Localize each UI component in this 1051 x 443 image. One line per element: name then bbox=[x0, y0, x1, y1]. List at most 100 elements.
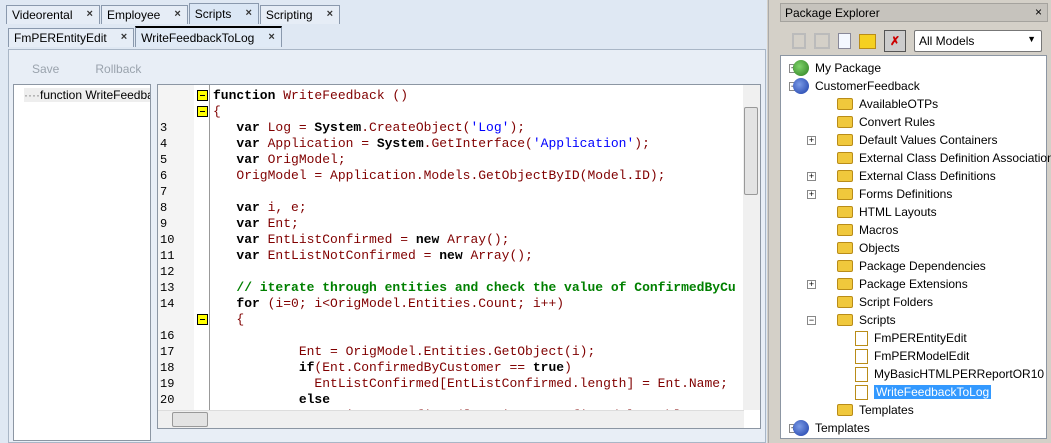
close-icon[interactable]: × bbox=[121, 31, 127, 47]
code-token: new bbox=[415, 232, 448, 247]
expand-icon[interactable]: + bbox=[807, 172, 816, 181]
code-line: var Ent; bbox=[213, 216, 298, 232]
tree-item[interactable]: Templates bbox=[837, 401, 914, 419]
code-token: 'Application' bbox=[532, 136, 635, 151]
tree-item-label: HTML Layouts bbox=[859, 205, 937, 219]
tree-item[interactable]: CustomerFeedback bbox=[793, 77, 920, 95]
code-line: for (i=0; i<OrigModel.Entities.Count; i+… bbox=[213, 296, 564, 312]
line-number: 10 bbox=[160, 233, 175, 247]
tab-scripts[interactable]: Scripts × bbox=[188, 3, 259, 24]
import-folder-icon[interactable] bbox=[859, 33, 876, 49]
tree-item[interactable]: Script Folders bbox=[837, 293, 933, 311]
code-token: { bbox=[213, 312, 245, 327]
toolbar: Save Rollback bbox=[32, 62, 141, 76]
code-token: // iterate through entities and check th… bbox=[213, 280, 736, 295]
code-token: 'Log' bbox=[470, 120, 510, 135]
tree-item[interactable]: FmPEREntityEdit bbox=[855, 329, 967, 347]
tree-item[interactable]: Scripts bbox=[837, 311, 896, 329]
package-tree: + My Package − CustomerFeedback AvailableOTP… bbox=[780, 55, 1051, 439]
line-number: 9 bbox=[160, 217, 168, 231]
tree-item[interactable]: Macros bbox=[837, 221, 898, 239]
code-line: Ent = OrigModel.Entities.GetObject(i); bbox=[213, 344, 595, 360]
tab-label: Scripts bbox=[194, 7, 232, 21]
code-token: if bbox=[213, 360, 315, 375]
code-line: EntListConfirmed[EntListConfirmed.length… bbox=[213, 376, 727, 392]
tree-item-label: Default Values Containers bbox=[859, 133, 998, 147]
panel-title-bar: Package Explorer × bbox=[780, 3, 1048, 22]
tree-item-label: Forms Definitions bbox=[859, 187, 953, 201]
code-token: OrigModel = Application.Models.GetObject… bbox=[213, 168, 666, 183]
close-icon[interactable]: × bbox=[174, 8, 180, 24]
tree-item[interactable]: HTML Layouts bbox=[837, 203, 937, 221]
scroll-thumb[interactable] bbox=[172, 412, 208, 427]
script-tab[interactable]: WriteFeedbackToLog × bbox=[135, 26, 282, 47]
tree-item-label: Macros bbox=[859, 223, 899, 237]
script-tab[interactable]: FmPEREntityEdit × bbox=[8, 28, 135, 47]
line-number: 11 bbox=[160, 249, 175, 263]
tree-item[interactable]: My Package bbox=[793, 59, 881, 77]
save-icon[interactable] bbox=[792, 33, 806, 49]
fold-toggle-icon[interactable] bbox=[197, 90, 208, 101]
line-number: 13 bbox=[160, 281, 175, 295]
tree-item[interactable]: Forms Definitions bbox=[837, 185, 952, 203]
close-icon[interactable]: × bbox=[87, 8, 93, 24]
save-button[interactable]: Save bbox=[32, 62, 59, 76]
new-document-icon[interactable] bbox=[838, 33, 851, 49]
tree-item-label: Templates bbox=[815, 421, 870, 435]
tree-item[interactable]: FmPERModelEdit bbox=[855, 347, 969, 365]
fold-toggle-icon[interactable] bbox=[197, 314, 208, 325]
rollback-button[interactable]: Rollback bbox=[95, 62, 141, 76]
tree-item[interactable]: Package Dependencies bbox=[837, 257, 986, 275]
outline-item-label: function WriteFeedback bbox=[39, 88, 150, 102]
folder-icon bbox=[837, 152, 853, 164]
folder-icon bbox=[837, 134, 853, 146]
expand-icon[interactable]: + bbox=[807, 190, 816, 199]
editor-area: Videorental × Employee × Scripts × Scripting × … bbox=[0, 0, 767, 443]
close-icon[interactable]: × bbox=[1035, 5, 1042, 19]
code-line: if(Ent.ConfirmedByCustomer == true) bbox=[213, 360, 572, 376]
tree-item[interactable]: WriteFeedbackToLog bbox=[855, 383, 992, 401]
code-editor[interactable]: 34567891011121314161718192021 function W… bbox=[157, 84, 761, 429]
tree-item[interactable]: Package Extensions bbox=[837, 275, 968, 293]
line-number: 6 bbox=[160, 169, 168, 183]
code-token: { bbox=[213, 104, 221, 119]
scroll-thumb[interactable] bbox=[744, 107, 758, 195]
tree-item[interactable]: Default Values Containers bbox=[837, 131, 998, 149]
expand-icon[interactable]: + bbox=[807, 136, 816, 145]
tree-item[interactable]: External Class Definition Associations bbox=[837, 149, 1051, 167]
close-icon[interactable]: × bbox=[245, 7, 251, 24]
tab-videorental[interactable]: Videorental × bbox=[6, 5, 100, 24]
close-icon[interactable]: × bbox=[268, 31, 274, 47]
horizontal-scrollbar[interactable] bbox=[158, 410, 744, 428]
outline-item[interactable]: ····function WriteFeedback bbox=[24, 88, 150, 102]
code-token: System bbox=[314, 120, 362, 135]
splitter[interactable] bbox=[768, 0, 778, 443]
code-token: new bbox=[439, 248, 471, 263]
tree-item-label: My Package bbox=[815, 61, 882, 75]
tree-item[interactable]: Objects bbox=[837, 239, 900, 257]
tree-item[interactable]: External Class Definitions bbox=[837, 167, 996, 185]
code-line: var i, e; bbox=[213, 200, 307, 216]
fold-toggle-icon[interactable] bbox=[197, 106, 208, 117]
folder-icon bbox=[837, 170, 853, 182]
save-all-icon[interactable] bbox=[814, 33, 830, 49]
tree-item[interactable]: MyBasicHTMLPERReportOR10 bbox=[855, 365, 1044, 383]
tab-employee[interactable]: Employee × bbox=[100, 5, 188, 24]
filter-off-icon[interactable]: ✗ bbox=[884, 30, 906, 52]
close-icon[interactable]: × bbox=[327, 8, 333, 24]
code-text[interactable]: function WriteFeedback (){ var Log = Sys… bbox=[213, 88, 743, 410]
tree-item-label: Convert Rules bbox=[859, 115, 936, 129]
code-line: var EntListNotConfirmed = new Array(); bbox=[213, 248, 533, 264]
folder-icon bbox=[837, 314, 853, 326]
tab-scripting[interactable]: Scripting × bbox=[259, 5, 340, 24]
tree-item[interactable]: Convert Rules bbox=[837, 113, 935, 131]
collapse-icon[interactable]: − bbox=[807, 316, 816, 325]
vertical-scrollbar[interactable] bbox=[743, 85, 760, 410]
tree-item[interactable]: AvailableOTPs bbox=[837, 95, 938, 113]
tree-item[interactable]: Templates bbox=[793, 419, 870, 437]
model-filter-dropdown[interactable]: All Models ▼ bbox=[914, 30, 1042, 52]
expand-icon[interactable]: + bbox=[807, 280, 816, 289]
code-token: true bbox=[532, 360, 565, 375]
code-token: i, e; bbox=[267, 200, 307, 215]
tree-item-label: FmPERModelEdit bbox=[874, 349, 970, 363]
